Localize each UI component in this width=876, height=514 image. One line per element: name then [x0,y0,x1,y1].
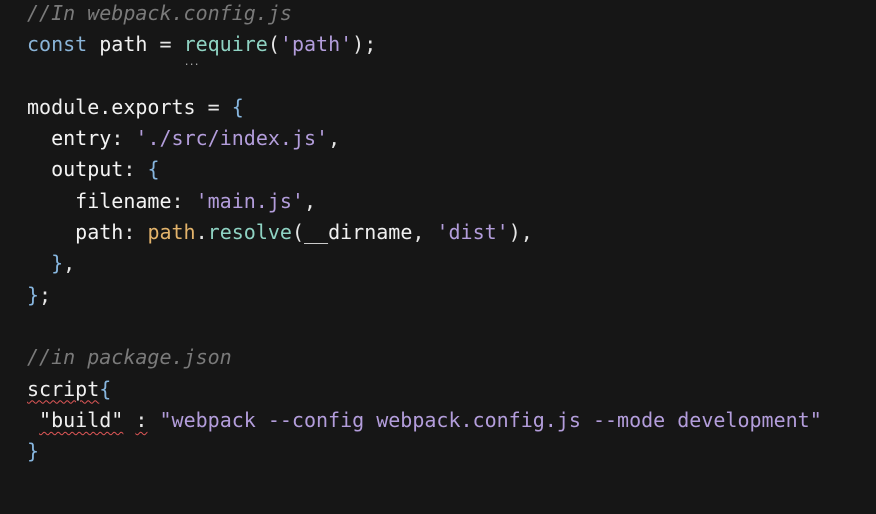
comment-package-json: //in package.json [27,345,232,370]
function-require: require [184,32,268,56]
comma: , [63,251,76,276]
string-dist: 'dist' [436,220,509,245]
property-output: output [51,157,124,182]
close-brace: } [27,439,40,464]
code-line-13: script{ [27,374,876,405]
assign-operator: = [147,32,184,57]
comma: , [328,126,341,151]
code-line-5: entry: './src/index.js', [27,123,876,154]
string-path: 'path' [279,32,353,57]
comment-webpack-config: //In webpack.config.js [27,1,292,25]
colon: : [135,407,148,432]
close-brace: } [27,282,40,307]
object-path: path [147,220,196,245]
code-line-6: output: { [27,154,876,185]
property-path: path [75,220,124,245]
open-brace: { [231,94,244,119]
code-line-9: }, [27,248,876,279]
arg-separator: , [412,220,437,245]
colon: : [123,220,148,245]
semicolon: ; [39,282,52,307]
string-entry-path: './src/index.js' [135,126,329,151]
variable-path: path [87,32,148,57]
code-line-7: filename: 'main.js', [27,186,876,217]
code-line-14: "build" : "webpack --config webpack.conf… [27,405,876,436]
code-line-12: //in package.json [27,342,876,373]
close-paren-semicolon: ); [352,32,377,57]
close-paren-comma: ), [508,220,533,245]
open-paren: ( [291,220,304,245]
code-line-15: } [27,436,876,467]
open-brace: { [99,376,112,401]
code-line-2: const path = require('path'); [27,29,876,60]
property-filename: filename [75,188,172,213]
open-paren: ( [267,32,280,57]
assign-operator: = [195,94,232,119]
string-build-key: "build" [39,407,124,432]
dot: . [195,220,208,245]
keyword-const: const [27,32,88,57]
code-line-10: }; [27,280,876,311]
colon: : [111,126,136,151]
code-line-8: path: path.resolve(__dirname, 'dist'), [27,217,876,248]
code-line-1: //In webpack.config.js [27,0,876,29]
string-main-js: 'main.js' [195,188,304,213]
code-line-4: module.exports = { [27,92,876,123]
colon: : [171,188,196,213]
string-build-command: "webpack --config webpack.config.js --mo… [159,407,822,432]
property-entry: entry [51,126,112,151]
identifier-script: script [27,376,100,401]
dirname-arg: __dirname [304,220,413,245]
colon: : [123,157,148,182]
close-brace: } [51,251,64,276]
code-block[interactable]: //In webpack.config.js const path = requi… [27,0,876,467]
comma: , [303,188,317,213]
method-resolve: resolve [207,220,292,245]
module-exports: module.exports [27,94,196,119]
code-editor[interactable]: //In webpack.config.js const path = requi… [0,0,876,514]
open-brace: { [147,157,160,182]
